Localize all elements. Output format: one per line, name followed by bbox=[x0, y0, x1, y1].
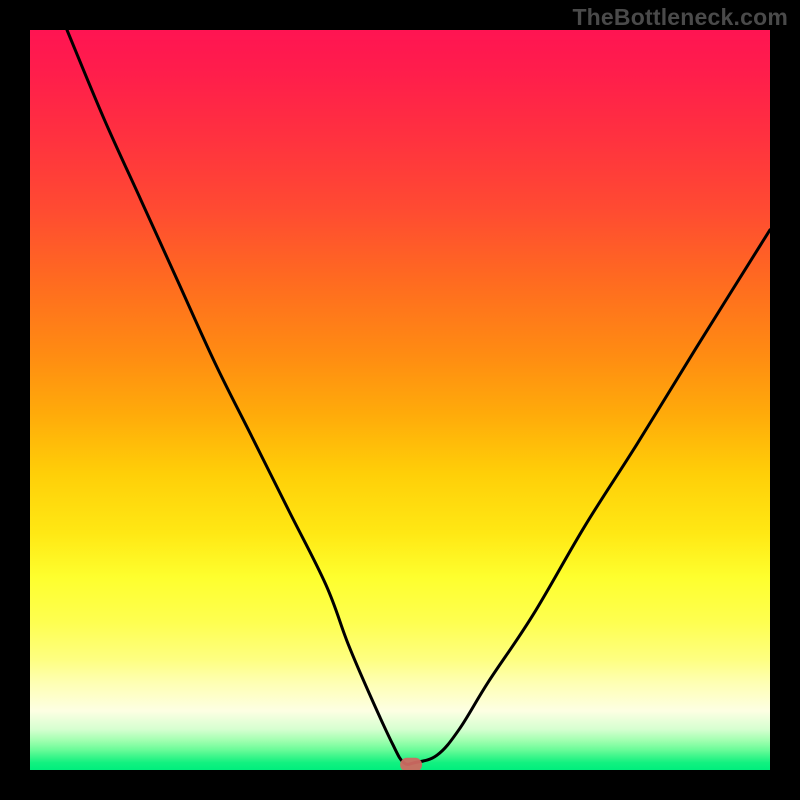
bottleneck-curve bbox=[67, 30, 770, 764]
plot-area bbox=[30, 30, 770, 770]
watermark-text: TheBottleneck.com bbox=[572, 4, 788, 31]
chart-svg bbox=[30, 30, 770, 770]
optimum-marker bbox=[400, 758, 422, 770]
chart-frame: TheBottleneck.com bbox=[0, 0, 800, 800]
